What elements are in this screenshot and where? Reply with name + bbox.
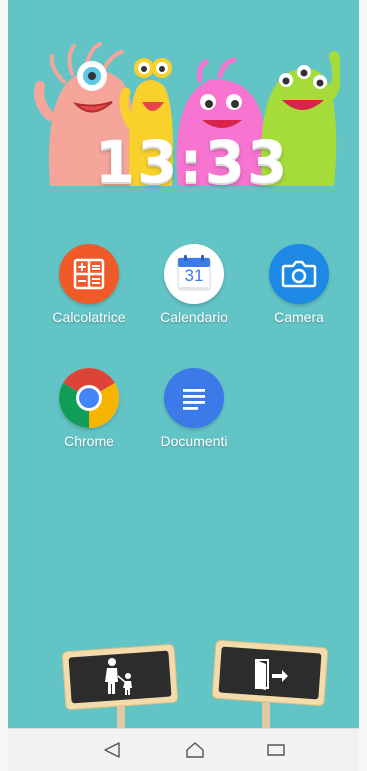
- left-edge: [0, 0, 8, 771]
- recents-icon[interactable]: [264, 739, 288, 761]
- kids-launcher-screen: 13:33 Calcolatrice 31 Calendario Camera …: [0, 0, 367, 771]
- right-edge: [359, 0, 367, 771]
- back-icon[interactable]: [100, 739, 124, 761]
- app-camera[interactable]: Camera: [254, 244, 344, 325]
- app-documenti[interactable]: Documenti: [149, 368, 239, 449]
- docs-icon: [164, 368, 224, 428]
- calendar-icon: 31: [164, 244, 224, 304]
- calculator-icon: [59, 244, 119, 304]
- chrome-icon: [59, 368, 119, 428]
- clock-time: 13:33: [94, 128, 290, 196]
- camera-icon: [269, 244, 329, 304]
- parent-mode-button[interactable]: [60, 642, 180, 712]
- app-calcolatrice[interactable]: Calcolatrice: [44, 244, 134, 325]
- app-label: Chrome: [64, 433, 114, 449]
- navigation-bar: [8, 728, 359, 771]
- app-label: Calcolatrice: [52, 309, 126, 325]
- app-label: Calendario: [160, 309, 228, 325]
- app-calendario[interactable]: 31 Calendario: [149, 244, 239, 325]
- app-chrome[interactable]: Chrome: [44, 368, 134, 449]
- home-icon[interactable]: [183, 739, 207, 761]
- calendar-day: 31: [184, 266, 204, 285]
- exit-button[interactable]: [210, 638, 330, 708]
- app-label: Camera: [274, 309, 324, 325]
- app-label: Documenti: [160, 433, 228, 449]
